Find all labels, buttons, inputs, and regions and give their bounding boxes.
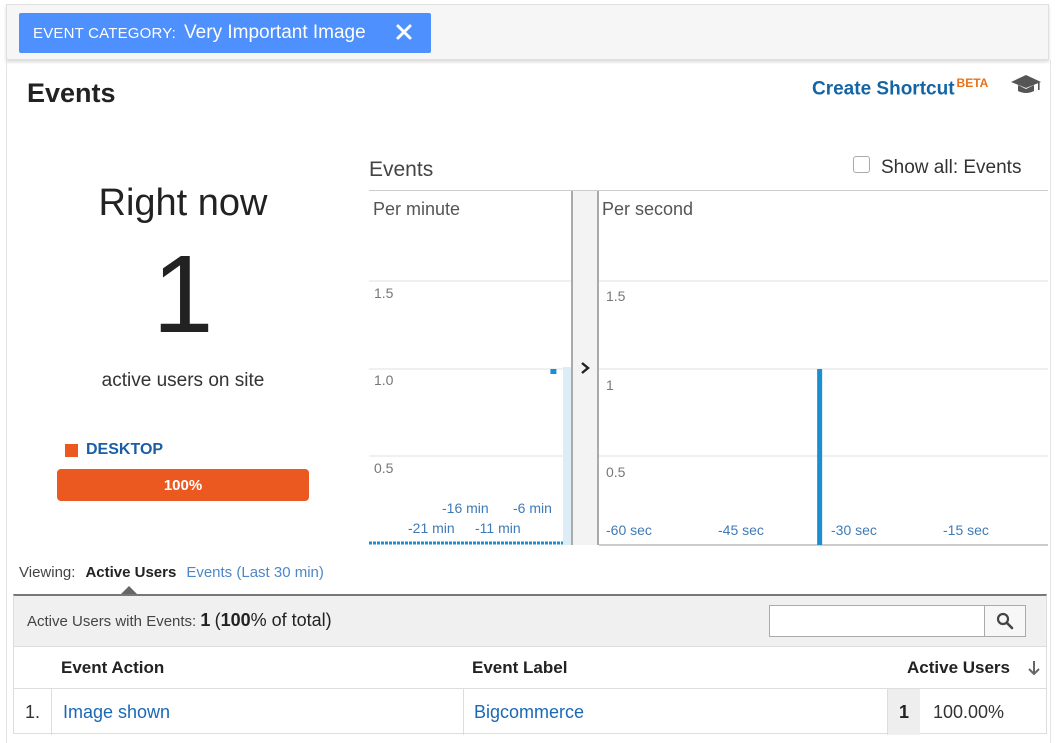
row-divider bbox=[51, 689, 52, 735]
filter-value: Very Important Image bbox=[184, 22, 366, 43]
table-summary: Active Users with Events: 1 (100% of tot… bbox=[13, 594, 1047, 646]
events-chart bbox=[369, 191, 1048, 546]
chevron-right-icon[interactable] bbox=[578, 360, 592, 376]
table-header: Event Action Event Label Active Users bbox=[13, 646, 1047, 688]
per-second-bar bbox=[817, 369, 823, 545]
viewing-switcher: Viewing: Active Users Events (Last 30 mi… bbox=[19, 564, 324, 595]
row-divider bbox=[463, 689, 464, 735]
create-shortcut-link[interactable]: Create Shortcut BETA bbox=[812, 76, 988, 100]
summary-label: Active Users with Events: bbox=[27, 613, 197, 630]
table-search-input[interactable] bbox=[769, 605, 985, 637]
col-active-users[interactable]: Active Users bbox=[907, 658, 1010, 678]
pm-ytick: 0.5 bbox=[374, 460, 394, 476]
ps-xtick: -45 sec bbox=[718, 522, 764, 538]
active-users-value: 1 bbox=[899, 702, 910, 722]
graduation-cap-icon[interactable] bbox=[1010, 72, 1042, 96]
events-table: Active Users with Events: 1 (100% of tot… bbox=[13, 594, 1047, 735]
active-users-subtitle: active users on site bbox=[101, 370, 265, 391]
device-label: DESKTOP bbox=[86, 441, 164, 458]
device-percent-bar: 100% bbox=[57, 469, 309, 501]
summary-pct: 100 bbox=[220, 610, 251, 630]
filter-bar: EVENT CATEGORY: Very Important Image bbox=[6, 4, 1049, 60]
summary-suffix: % of total) bbox=[250, 610, 332, 630]
right-now-title: Right now bbox=[98, 182, 268, 224]
filter-key: EVENT CATEGORY: bbox=[33, 24, 177, 42]
show-all-label: Show all: Events bbox=[881, 157, 1022, 178]
ps-ytick: 1.5 bbox=[606, 288, 626, 304]
active-users-count: 1 bbox=[152, 233, 214, 356]
viewing-label: Viewing: bbox=[19, 564, 76, 581]
page-title: Events bbox=[27, 78, 116, 108]
close-icon[interactable] bbox=[393, 21, 415, 43]
tab-active-users[interactable]: Active Users bbox=[85, 564, 176, 595]
create-shortcut-label: Create Shortcut bbox=[812, 78, 955, 100]
per-minute-bar bbox=[550, 369, 557, 374]
beta-badge: BETA bbox=[956, 76, 989, 90]
table-row: 1. Image shown Bigcommerce 1 100.00% bbox=[13, 688, 1047, 735]
table-search-button[interactable] bbox=[984, 605, 1026, 637]
event-label-link[interactable]: Bigcommerce bbox=[474, 702, 584, 723]
ps-ytick: 1 bbox=[606, 377, 614, 393]
pm-ytick: 1.5 bbox=[374, 285, 394, 301]
pm-xtick: -11 min bbox=[475, 520, 521, 536]
show-all-toggle[interactable]: Show all: Events bbox=[853, 155, 1022, 179]
col-event-action[interactable]: Event Action bbox=[61, 658, 164, 678]
row-index: 1. bbox=[25, 702, 41, 722]
summary-text: Active Users with Events: 1 (100% of tot… bbox=[27, 610, 332, 631]
ps-xtick: -15 sec bbox=[943, 522, 989, 538]
pm-ytick: 1.0 bbox=[374, 372, 394, 388]
ps-xtick: -60 sec bbox=[606, 522, 652, 538]
per-second-title: Per second bbox=[602, 199, 694, 219]
search-icon bbox=[996, 612, 1014, 630]
summary-count: 1 bbox=[200, 610, 211, 630]
col-event-label[interactable]: Event Label bbox=[472, 658, 567, 678]
per-minute-title: Per minute bbox=[373, 199, 461, 219]
desktop-swatch bbox=[65, 443, 78, 457]
active-users-percent: 100.00% bbox=[933, 702, 1005, 722]
device-legend: DESKTOP bbox=[65, 441, 163, 459]
chart-heading: Events bbox=[369, 158, 434, 181]
tab-events-last-30[interactable]: Events (Last 30 min) bbox=[186, 564, 324, 581]
sort-arrow-down-icon[interactable] bbox=[1027, 660, 1041, 676]
event-action-link[interactable]: Image shown bbox=[63, 702, 170, 723]
ps-xtick: -30 sec bbox=[831, 522, 877, 538]
ps-ytick: 0.5 bbox=[606, 464, 626, 480]
pm-xtick: -6 min bbox=[513, 500, 552, 516]
filter-chip[interactable]: EVENT CATEGORY: Very Important Image bbox=[19, 13, 431, 53]
show-all-checkbox[interactable] bbox=[853, 155, 870, 173]
pm-xtick: -21 min bbox=[408, 520, 455, 536]
pm-xtick: -16 min bbox=[442, 500, 489, 516]
